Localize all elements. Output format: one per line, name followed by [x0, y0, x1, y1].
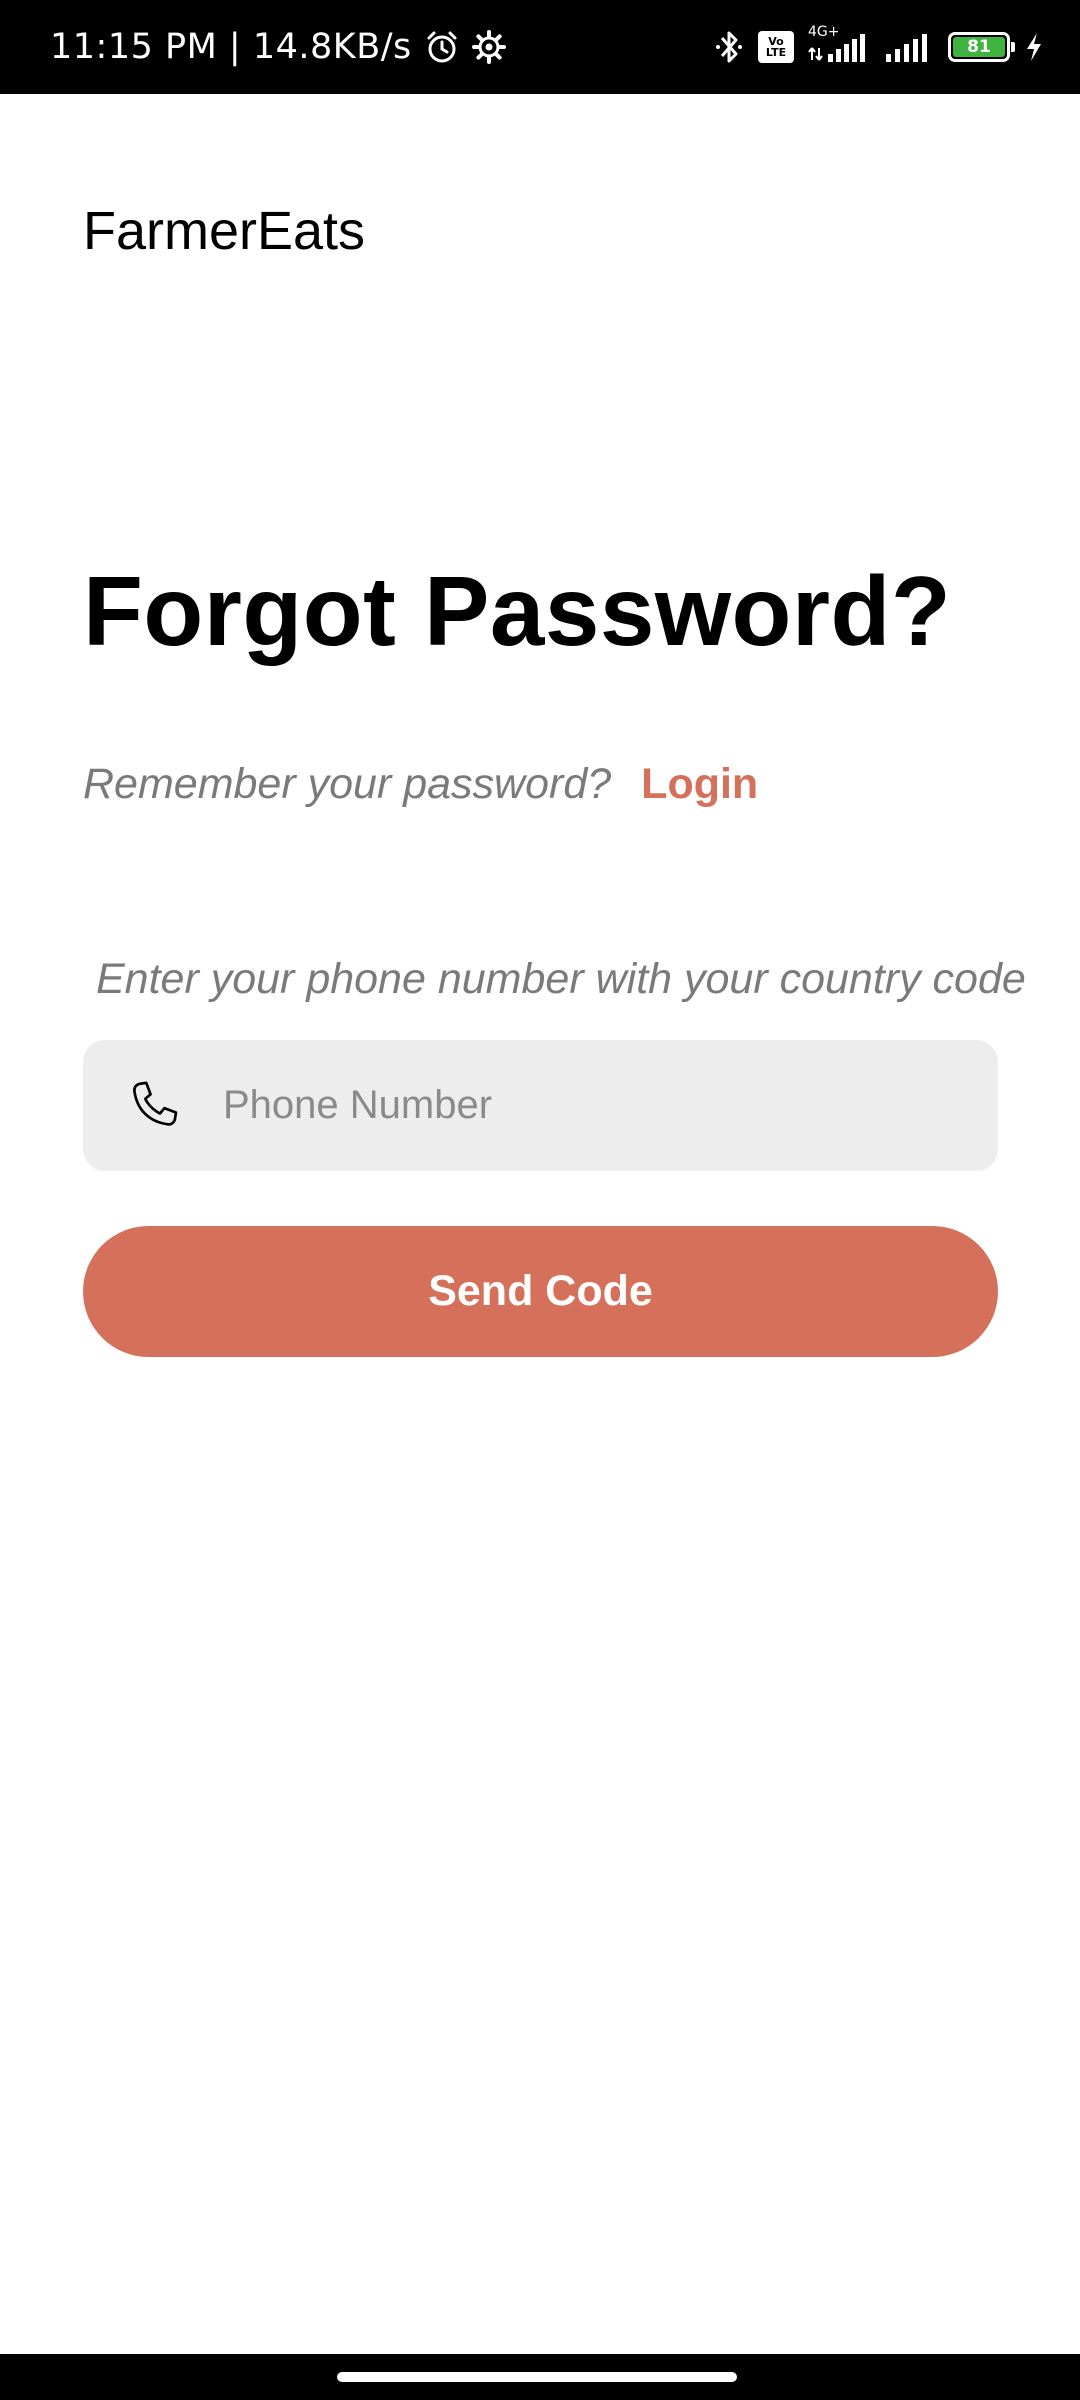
signal-icon: 4G+ [808, 24, 868, 64]
phone-number-field[interactable] [83, 1040, 998, 1171]
navigation-bar [0, 2354, 1080, 2400]
remember-row: Remember your password? Login [83, 760, 758, 809]
battery-icon: 81 [948, 32, 1015, 62]
bluetooth-icon [714, 28, 744, 66]
status-bar: 11:15 PM | 14.8KB/s Vo LTE 4G+ 81 [0, 0, 1080, 94]
status-right: Vo LTE 4G+ 81 [714, 24, 1044, 66]
signal-icon [882, 30, 934, 64]
home-indicator[interactable] [337, 2372, 737, 2382]
battery-level: 81 [953, 37, 1005, 57]
settings-icon [471, 30, 506, 64]
login-link[interactable]: Login [641, 760, 758, 809]
volte-icon: Vo LTE [758, 31, 794, 63]
network-type-label: 4G+ [808, 24, 840, 40]
remember-text: Remember your password? [83, 760, 612, 808]
status-time-speed: 11:15 PM | 14.8KB/s [50, 27, 412, 67]
volte-bottom-label: LTE [765, 46, 787, 59]
phone-icon [123, 1076, 183, 1136]
status-left: 11:15 PM | 14.8KB/s [50, 27, 506, 67]
charging-icon [1024, 31, 1044, 63]
page-title: Forgot Password? [83, 556, 952, 666]
app-brand: FarmerEats [83, 201, 366, 261]
send-code-button[interactable]: Send Code [83, 1226, 998, 1357]
alarm-icon [424, 29, 460, 65]
phone-number-input[interactable] [221, 1082, 921, 1129]
instruction-text: Enter your phone number with your countr… [96, 955, 1026, 1003]
